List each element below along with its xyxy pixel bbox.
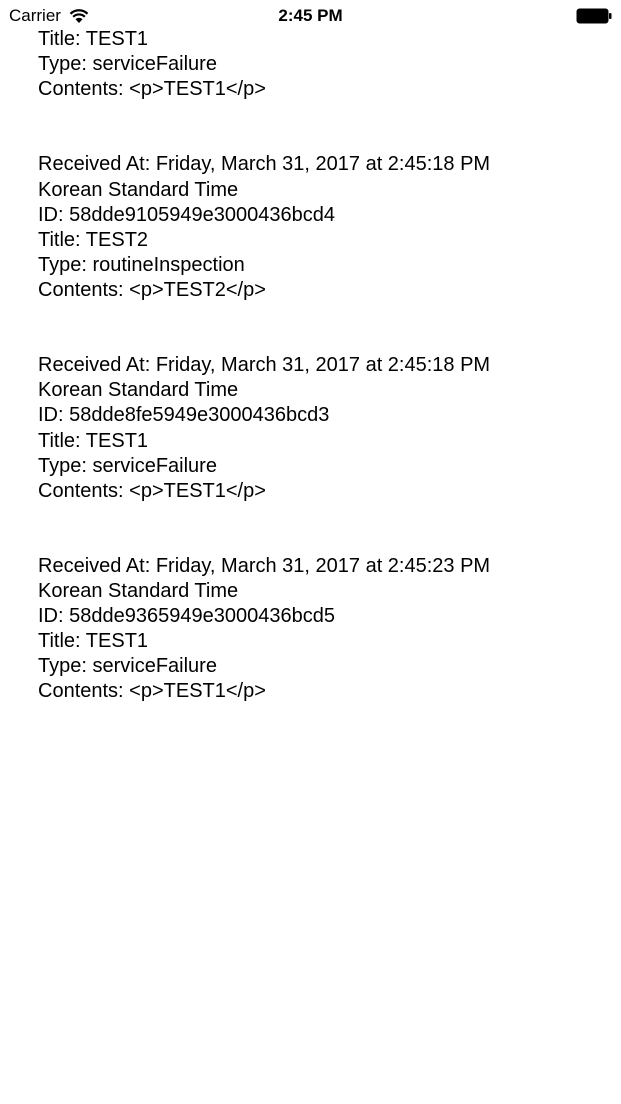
entry-title: Title: TEST1 (38, 429, 149, 452)
entry-contents: Contents: <p>TEST1</p> (38, 479, 266, 502)
log-entry: Received At: Friday, March 31, 2017 at 2… (38, 554, 608, 705)
notification-log: Title: TEST1 Type: serviceFailure Conten… (38, 27, 608, 705)
entry-type: Type: serviceFailure (38, 655, 217, 678)
log-entry: Title: TEST1 Type: serviceFailure Conten… (38, 27, 608, 102)
entry-separator (38, 303, 608, 353)
log-entry: Received At: Friday, March 31, 2017 at 2… (38, 353, 608, 504)
entry-received-at: Received At: Friday, March 31, 2017 at 2… (38, 354, 491, 377)
entry-id: ID: 58dde9105949e3000436bcd4 (38, 203, 335, 226)
entry-type: Type: routineInspection (38, 253, 245, 276)
entry-contents: Contents: <p>TEST1</p> (38, 680, 266, 703)
entry-title: Title: TEST1 (38, 28, 149, 50)
log-entry: Received At: Friday, March 31, 2017 at 2… (38, 152, 608, 303)
entry-id: ID: 58dde9365949e3000436bcd5 (38, 605, 335, 628)
status-time: 2:45 PM (278, 6, 343, 25)
entry-id: ID: 58dde8fe5949e3000436bcd3 (38, 404, 330, 427)
entry-separator (38, 504, 608, 554)
entry-timezone: Korean Standard Time (38, 580, 239, 603)
entry-title: Title: TEST1 (38, 630, 149, 653)
entry-type: Type: serviceFailure (38, 53, 217, 76)
entry-separator (38, 102, 608, 152)
entry-title: Title: TEST2 (38, 228, 149, 251)
entry-timezone: Korean Standard Time (38, 379, 239, 402)
entry-type: Type: serviceFailure (38, 454, 217, 477)
battery-icon (576, 8, 612, 24)
entry-received-at: Received At: Friday, March 31, 2017 at 2… (38, 153, 491, 176)
entry-contents: Contents: <p>TEST1</p> (38, 78, 266, 101)
entry-received-at: Received At: Friday, March 31, 2017 at 2… (38, 554, 491, 577)
entry-timezone: Korean Standard Time (38, 178, 239, 201)
entry-contents: Contents: <p>TEST2</p> (38, 278, 266, 301)
